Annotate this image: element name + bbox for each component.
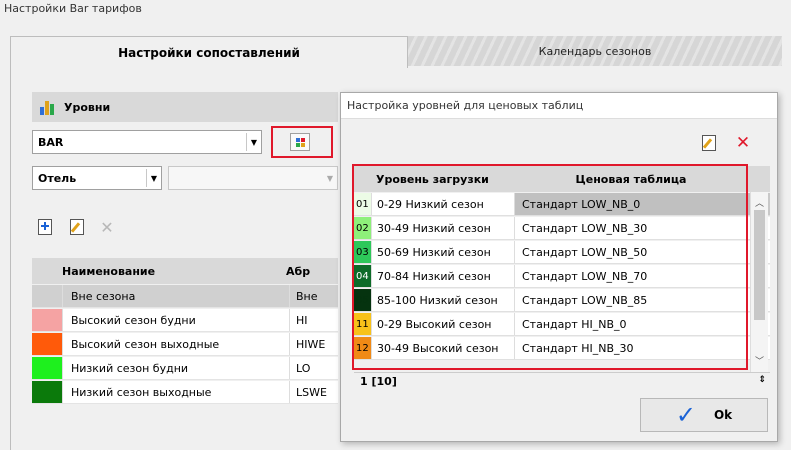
scrollbar-thumb[interactable] xyxy=(754,210,765,320)
row-name: Высокий сезон выходные xyxy=(63,333,290,355)
ok-label: Ok xyxy=(713,408,733,422)
row-name: Низкий сезон выходные xyxy=(63,381,290,403)
tab-season-calendar[interactable]: Календарь сезонов xyxy=(408,36,782,66)
dialog-delete-button[interactable]: ✕ xyxy=(732,132,754,154)
chevron-down-icon[interactable]: ▼ xyxy=(323,169,337,187)
table-row[interactable]: Высокий сезон будни HI xyxy=(32,309,338,332)
tab-mapping-settings[interactable]: Настройки сопоставлений xyxy=(10,36,408,68)
vertical-scrollbar[interactable]: ︿ ﹀ xyxy=(750,192,768,372)
table-row[interactable]: Вне сезона Вне xyxy=(32,285,338,308)
color-swatch xyxy=(32,285,63,307)
add-button[interactable] xyxy=(34,216,56,238)
color-swatch xyxy=(32,381,63,403)
tab-label: Настройки сопоставлений xyxy=(118,45,300,60)
table-row[interactable]: Низкий сезон будни LO xyxy=(32,357,338,380)
column-header-abbr: Абр xyxy=(286,264,311,278)
ok-button[interactable]: ✓ Ok xyxy=(640,398,768,432)
bar-chart-icon xyxy=(40,99,56,115)
color-grid-icon xyxy=(295,137,305,147)
row-abbr: Вне xyxy=(296,289,318,303)
chevron-down-icon[interactable]: ▼ xyxy=(246,133,261,151)
hotel-select-value: Отель xyxy=(38,171,77,185)
grid-highlight xyxy=(352,164,748,370)
row-abbr: HI xyxy=(296,313,308,327)
row-abbr: HIWE xyxy=(296,337,326,351)
color-swatch xyxy=(32,357,63,379)
close-icon: ✕ xyxy=(100,217,114,237)
dialog-title: Настройка уровней для ценовых таблиц xyxy=(341,93,777,119)
column-header-name: Наименование xyxy=(62,264,156,278)
add-icon xyxy=(38,219,52,235)
chevron-down-icon[interactable]: ▼ xyxy=(146,169,161,187)
row-name: Высокий сезон будни xyxy=(63,309,290,331)
edit-icon xyxy=(702,135,716,151)
hotel-select[interactable]: Отель ▼ xyxy=(32,166,162,190)
tab-label: Календарь сезонов xyxy=(538,44,652,58)
row-abbr: LO xyxy=(296,361,311,375)
color-swatch xyxy=(32,333,63,355)
close-icon: ✕ xyxy=(735,133,751,153)
window-title: Настройки Bar тарифов xyxy=(4,2,142,15)
spinner-icon[interactable]: ⇕ xyxy=(758,375,766,385)
row-abbr: LSWE xyxy=(296,385,327,399)
levels-title: Уровни xyxy=(64,100,111,114)
levels-table-header: Наименование Абр xyxy=(32,258,338,284)
record-counter: 1 [10] xyxy=(360,375,397,388)
table-row[interactable]: Высокий сезон выходные HIWE xyxy=(32,333,338,356)
levels-header: Уровни xyxy=(32,92,338,122)
color-swatch xyxy=(32,309,63,331)
hotel-value-select[interactable]: ▼ xyxy=(168,166,338,190)
dialog-edit-button[interactable] xyxy=(698,132,720,154)
chevron-down-icon[interactable]: ﹀ xyxy=(755,354,764,367)
chevron-up-icon[interactable]: ︿ xyxy=(755,196,764,209)
table-row[interactable]: Низкий сезон выходные LSWE xyxy=(32,381,338,404)
bar-select-value: BAR xyxy=(38,135,64,149)
row-name: Вне сезона xyxy=(63,285,290,307)
level-settings-button[interactable] xyxy=(290,133,310,151)
edit-button[interactable] xyxy=(66,216,88,238)
edit-icon xyxy=(70,219,84,235)
check-icon: ✓ xyxy=(675,401,696,429)
grid-footer: 1 [10] ⇕ xyxy=(354,372,770,390)
delete-button[interactable]: ✕ xyxy=(96,216,118,238)
bar-select[interactable]: BAR ▼ xyxy=(32,130,262,154)
row-name: Низкий сезон будни xyxy=(63,357,290,379)
